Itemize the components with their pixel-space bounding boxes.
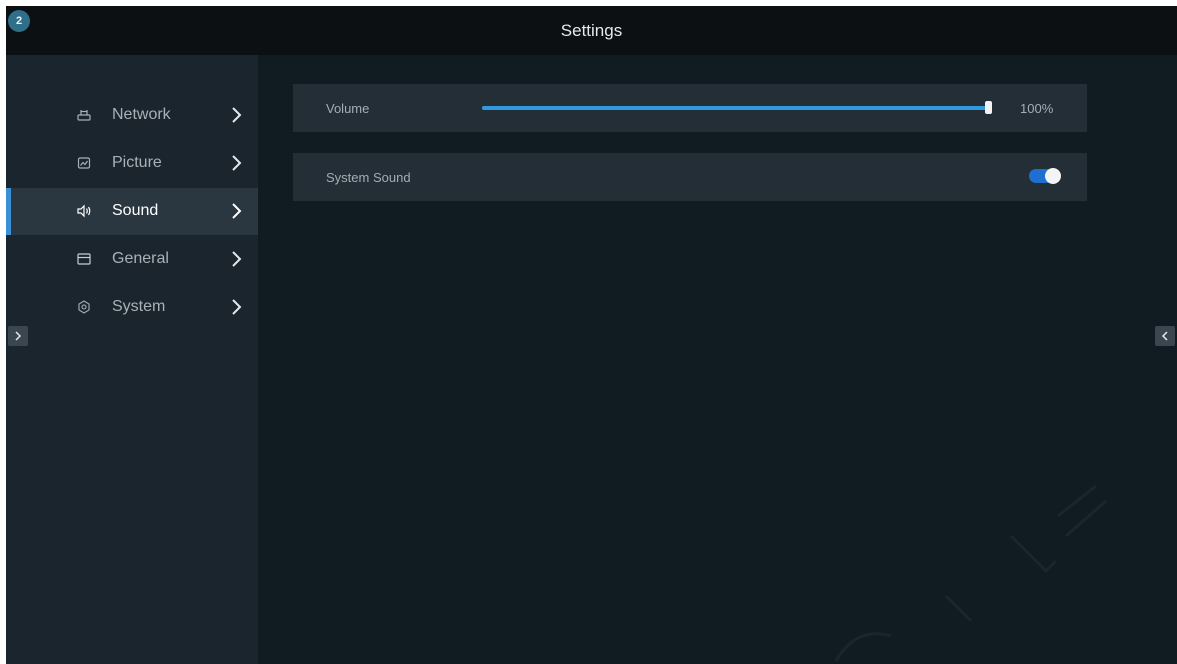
network-icon — [76, 107, 92, 123]
chevron-right-icon — [232, 155, 242, 171]
expand-right-panel-button[interactable] — [1155, 326, 1175, 346]
chevron-right-icon — [232, 203, 242, 219]
gear-icon — [76, 299, 92, 315]
expand-left-panel-button[interactable] — [8, 326, 28, 346]
volume-row: Volume 100% — [293, 84, 1087, 132]
sidebar-item-network[interactable]: Network — [6, 92, 258, 139]
sidebar-item-system[interactable]: System — [6, 284, 258, 331]
volume-slider-thumb[interactable] — [985, 101, 992, 114]
chevron-left-icon — [1161, 331, 1168, 341]
sidebar-item-label: General — [112, 250, 169, 267]
sidebar: Network Picture Sound General System — [6, 55, 258, 664]
sidebar-item-label: Sound — [112, 202, 159, 219]
chevron-right-icon — [15, 331, 22, 341]
general-icon — [76, 251, 92, 267]
sidebar-item-label: System — [112, 298, 166, 315]
sidebar-item-sound[interactable]: Sound — [6, 188, 258, 235]
window-number-badge: 2 — [8, 10, 30, 32]
volume-value: 100% — [1020, 101, 1054, 116]
system-sound-row: System Sound — [293, 153, 1087, 201]
volume-slider-fill — [482, 106, 989, 110]
sidebar-item-general[interactable]: General — [6, 236, 258, 283]
toggle-knob — [1045, 168, 1061, 184]
page-title: Settings — [560, 20, 623, 40]
chevron-right-icon — [232, 107, 242, 123]
system-sound-label: System Sound — [326, 170, 411, 185]
chevron-right-icon — [232, 251, 242, 267]
sidebar-item-label: Picture — [112, 154, 162, 171]
title-bar: 2 Settings — [6, 6, 1177, 55]
volume-slider[interactable] — [482, 101, 992, 114]
chevron-right-icon — [232, 299, 242, 315]
sidebar-item-picture[interactable]: Picture — [6, 140, 258, 187]
picture-icon — [76, 155, 92, 171]
watermark-icon — [834, 484, 1107, 662]
settings-screen: 2 Settings Network Picture Sound General… — [6, 6, 1177, 664]
system-sound-toggle[interactable] — [1029, 168, 1061, 184]
sidebar-item-label: Network — [112, 106, 171, 123]
speaker-icon — [76, 203, 92, 219]
volume-label: Volume — [326, 101, 370, 116]
